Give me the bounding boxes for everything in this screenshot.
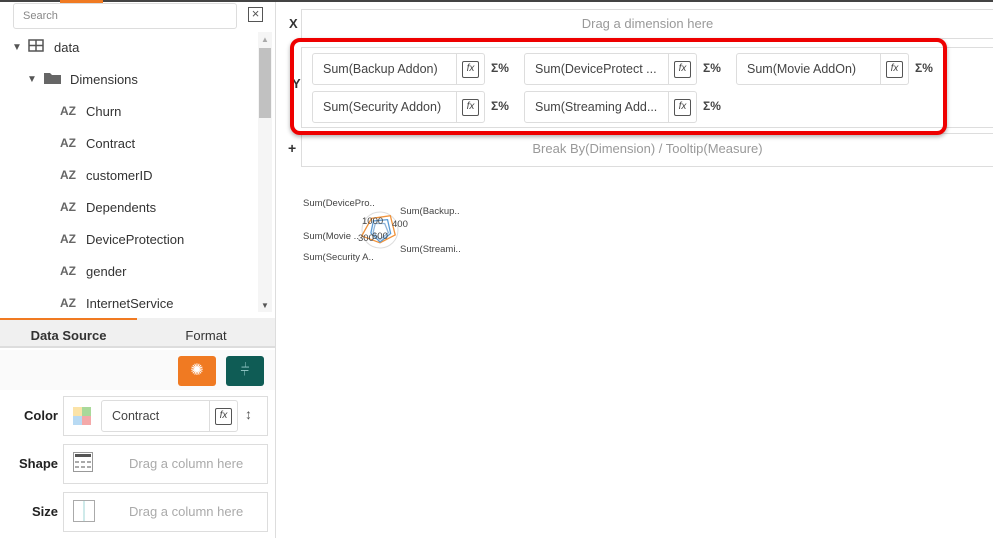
radar-tick-label: 600 [372, 231, 388, 242]
tree-label: data [54, 39, 80, 55]
folder-icon [43, 71, 70, 88]
tab-data-source[interactable]: Data Source [0, 320, 137, 350]
size-icon [73, 500, 95, 525]
shape-icon [73, 452, 93, 475]
tree-label: Contract [86, 135, 136, 151]
shape-placeholder: Drag a column here [129, 456, 244, 471]
tree-label: Dimensions [70, 71, 138, 87]
x-axis-label: X [289, 16, 298, 31]
table-icon [28, 39, 54, 55]
caret-down-icon: ▼ [12, 41, 22, 53]
caret-down-icon: ▼ [27, 73, 37, 85]
tree-label: InternetService [86, 295, 174, 311]
scroll-down-icon[interactable]: ▼ [261, 301, 269, 310]
tree-item-dimensions[interactable]: ▼ Dimensions [27, 63, 138, 95]
text-type-icon: AZ [60, 136, 76, 150]
tree-item-field[interactable]: AZ InternetService [60, 287, 173, 319]
tree-label: DeviceProtection [86, 231, 185, 247]
fx-button[interactable]: fx [209, 401, 237, 431]
tree-item-field[interactable]: AZ DeviceProtection [60, 223, 184, 255]
x-drop-zone[interactable]: Drag a dimension here [301, 9, 993, 39]
highlight-box [290, 38, 947, 135]
tree-item-field[interactable]: AZ Contract [60, 127, 135, 159]
text-type-icon: AZ [60, 104, 76, 118]
shape-label: Shape [18, 456, 58, 471]
text-type-icon: AZ [60, 232, 76, 246]
tree-item-field[interactable]: AZ Dependents [60, 191, 156, 223]
tree-label: customerID [86, 167, 153, 183]
text-type-icon: AZ [60, 296, 76, 310]
scrollbar-thumb[interactable] [259, 48, 271, 118]
sort-icon[interactable]: ↕ [245, 406, 252, 422]
radar-tick-label: 400 [392, 219, 408, 230]
search-input[interactable]: Search [13, 3, 237, 29]
radar-axis-label: Sum(Movie .. [303, 231, 359, 242]
color-palette-icon [73, 407, 91, 428]
scroll-up-icon[interactable]: ▲ [261, 35, 269, 44]
radar-axis-label: Sum(Security A.. [303, 252, 374, 263]
tree-item-field[interactable]: AZ gender [60, 255, 126, 287]
add-icon[interactable]: + [288, 140, 296, 156]
fx-icon: fx [215, 407, 232, 425]
tree-item-data[interactable]: ▼ data [12, 31, 79, 63]
text-type-icon: AZ [60, 200, 76, 214]
radar-axis-label: Sum(Streami.. [400, 244, 461, 255]
radar-axis-label: Sum(DevicePro.. [303, 198, 375, 209]
color-pill[interactable]: Contract fx [101, 400, 238, 432]
tree-label: Churn [86, 103, 122, 119]
color-label: Color [24, 408, 58, 423]
close-icon[interactable]: × [248, 7, 263, 22]
tree-label: Dependents [86, 199, 157, 215]
radar-chart-button[interactable]: ✺ [178, 356, 216, 386]
breakby-drop-zone[interactable]: Break By(Dimension) / Tooltip(Measure) [301, 133, 993, 167]
layout-button[interactable]: ⫩ [226, 356, 264, 386]
tab-format[interactable]: Format [137, 320, 275, 350]
text-type-icon: AZ [60, 264, 76, 278]
radar-axis-label: Sum(Backup.. [400, 206, 460, 217]
tree-item-field[interactable]: AZ customerID [60, 159, 152, 191]
radar-tick-label: 1000 [362, 216, 384, 227]
tree-item-field[interactable]: AZ Churn [60, 95, 121, 127]
tree-label: gender [86, 263, 127, 279]
size-label: Size [31, 504, 58, 519]
size-placeholder: Drag a column here [129, 504, 244, 519]
text-type-icon: AZ [60, 168, 76, 182]
